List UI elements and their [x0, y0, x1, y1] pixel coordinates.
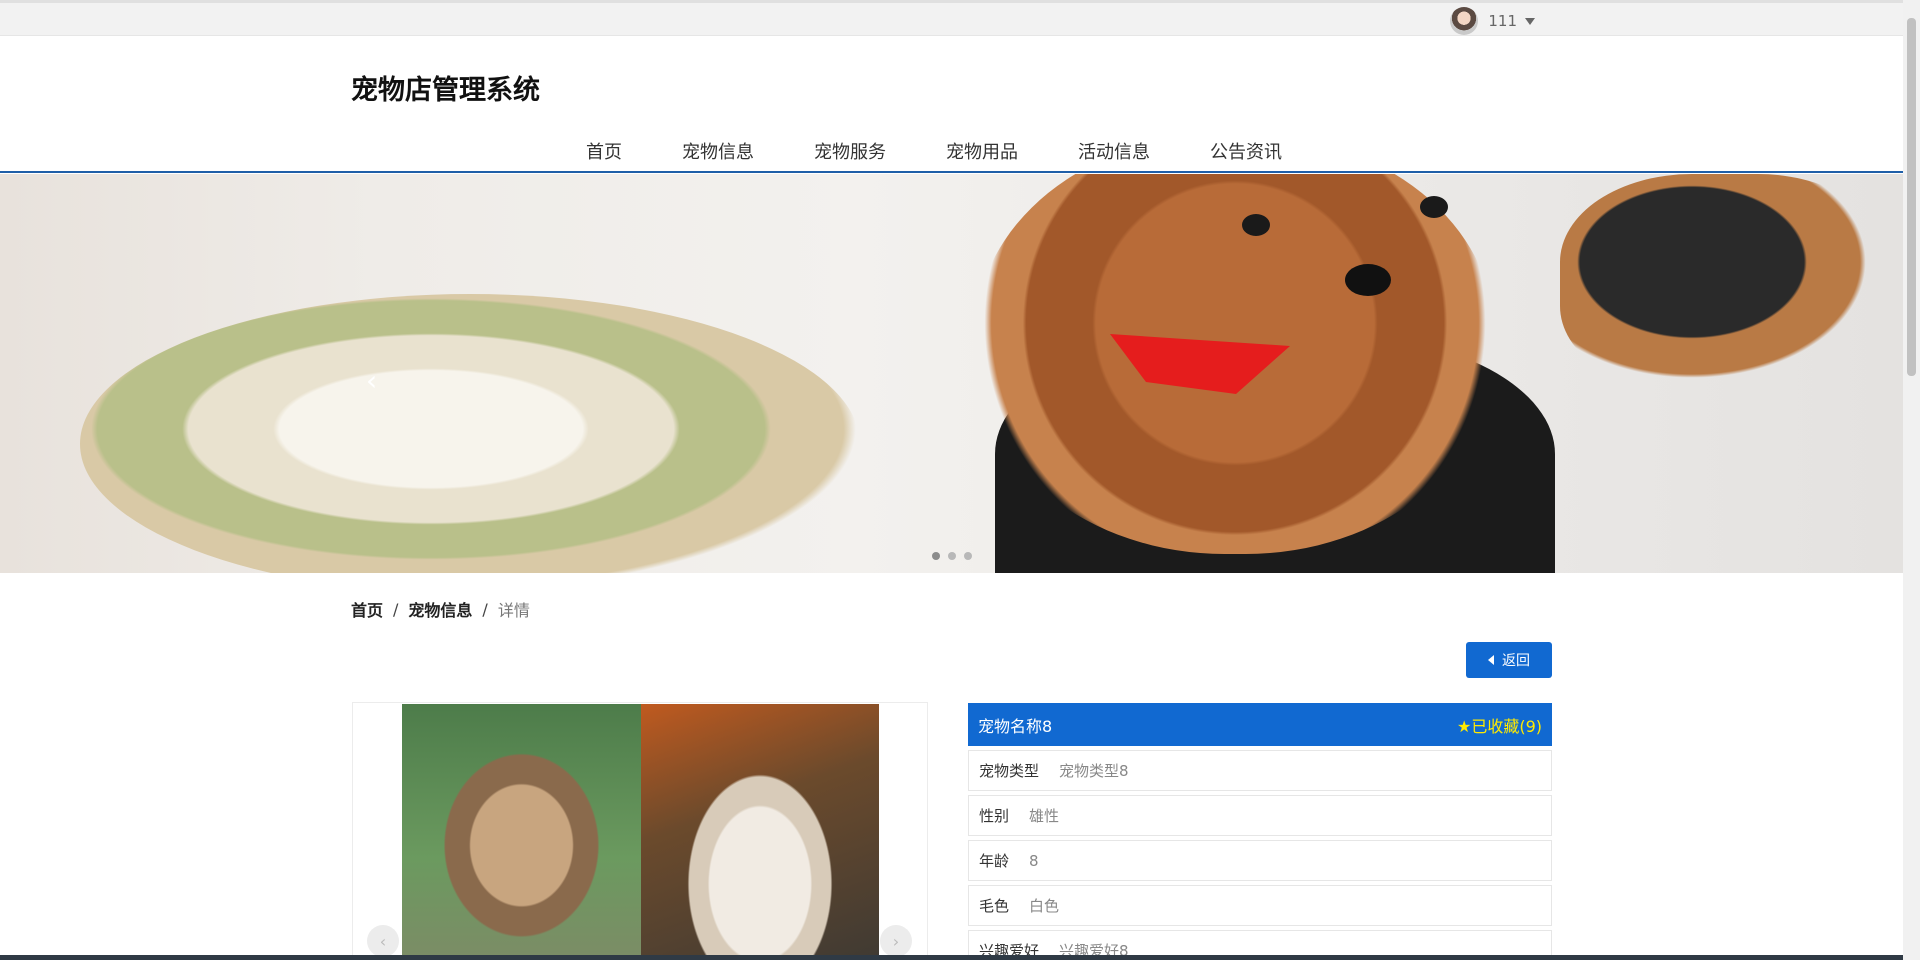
banner-dog-eye — [1242, 214, 1270, 236]
breadcrumb-separator: / — [482, 599, 488, 619]
detail-value: 宠物类型8 — [1059, 762, 1129, 780]
user-name: 111 — [1488, 12, 1517, 30]
gallery-prev-button[interactable]: ‹ — [367, 925, 399, 957]
caret-down-icon — [1525, 17, 1535, 25]
detail-value: 8 — [1029, 851, 1039, 870]
banner-background-dog — [1560, 174, 1890, 394]
carousel-prev-icon[interactable]: ‹ — [366, 364, 377, 397]
detail-value: 白色 — [1029, 897, 1060, 915]
star-icon: ★ — [1456, 716, 1472, 736]
gallery-next-button[interactable]: › — [880, 925, 912, 957]
pet-image-gallery: ‹ › — [352, 702, 928, 960]
breadcrumb: 首页 / 宠物信息 / 详情 — [351, 597, 530, 621]
detail-label: 年龄 — [979, 852, 1010, 870]
site-title: 宠物店管理系统 — [351, 75, 540, 106]
scrollbar-thumb[interactable] — [1907, 18, 1916, 376]
breadcrumb-home[interactable]: 首页 — [351, 597, 383, 621]
banner-dog-nose — [1345, 264, 1391, 296]
page: 111 宠物店管理系统 首页 宠物信息 宠物服务 宠物用品 活动信息 公告资讯 … — [0, 0, 1920, 960]
pet-photo — [402, 704, 641, 960]
pet-detail-header: 宠物名称8 ★已收藏(9) — [968, 703, 1552, 746]
carousel-dots — [932, 552, 972, 560]
banner-flowers — [80, 294, 860, 573]
main-nav: 首页 宠物信息 宠物服务 宠物用品 活动信息 公告资讯 — [586, 138, 1342, 164]
user-menu[interactable]: 111 — [1450, 7, 1535, 35]
detail-label: 宠物类型 — [979, 762, 1040, 780]
detail-row-age: 年龄 8 — [968, 840, 1552, 881]
pet-photo — [641, 704, 879, 960]
page-scrollbar[interactable] — [1903, 0, 1920, 960]
banner-dog-eye — [1420, 196, 1448, 218]
detail-label: 毛色 — [979, 897, 1010, 915]
breadcrumb-separator: / — [393, 599, 399, 619]
detail-row-color: 毛色 白色 — [968, 885, 1552, 926]
detail-row-gender: 性别 雄性 — [968, 795, 1552, 836]
carousel-dot[interactable] — [948, 552, 956, 560]
pet-name: 宠物名称8 — [978, 716, 1053, 736]
user-bar: 111 — [0, 0, 1903, 36]
breadcrumb-pet-info[interactable]: 宠物信息 — [408, 597, 472, 621]
header: 宠物店管理系统 首页 宠物信息 宠物服务 宠物用品 活动信息 公告资讯 — [0, 37, 1903, 173]
carousel-dot[interactable] — [932, 552, 940, 560]
nav-pet-info[interactable]: 宠物信息 — [682, 138, 754, 164]
nav-announcements[interactable]: 公告资讯 — [1210, 138, 1282, 164]
carousel-dot[interactable] — [964, 552, 972, 560]
back-button-label: 返回 — [1502, 653, 1530, 669]
breadcrumb-current: 详情 — [497, 601, 530, 620]
detail-value: 雄性 — [1029, 807, 1060, 825]
pet-detail-panel: 宠物名称8 ★已收藏(9) 宠物类型 宠物类型8 性别 雄性 年龄 8 毛色 白… — [968, 703, 1552, 960]
nav-home[interactable]: 首页 — [586, 138, 622, 164]
favorite-button[interactable]: ★已收藏(9) — [1457, 713, 1542, 737]
caret-left-icon — [1488, 655, 1494, 665]
favorite-label: 已收藏(9) — [1471, 716, 1542, 736]
nav-activity-info[interactable]: 活动信息 — [1078, 138, 1150, 164]
back-button[interactable]: 返回 — [1466, 642, 1552, 678]
nav-pet-service[interactable]: 宠物服务 — [814, 138, 886, 164]
avatar — [1450, 7, 1479, 35]
taskbar-edge — [0, 955, 1920, 960]
detail-row-type: 宠物类型 宠物类型8 — [968, 750, 1552, 791]
detail-label: 性别 — [979, 807, 1010, 825]
banner-carousel[interactable]: ‹ — [0, 174, 1903, 573]
nav-pet-supplies[interactable]: 宠物用品 — [946, 138, 1018, 164]
